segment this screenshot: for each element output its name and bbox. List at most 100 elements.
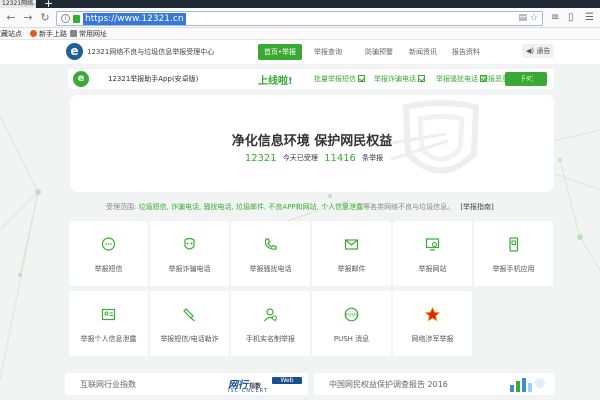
website-monitor-icon xyxy=(425,238,440,251)
notice-button[interactable]: ◀) 通告 xyxy=(522,44,555,58)
bookmark-star-icon[interactable]: ☆ xyxy=(530,13,538,23)
tile-label: 举报骚扰电话 xyxy=(249,265,292,273)
tile-label: 举报邮件 xyxy=(337,265,366,273)
reader-view-icon[interactable]: ▤ xyxy=(519,13,528,23)
scope-item[interactable]: 垃圾邮件 xyxy=(236,203,264,211)
scope-item[interactable]: 不良APP和网站 xyxy=(268,203,316,211)
push-message-icon: PUSH xyxy=(344,307,359,322)
app-feature: 举报恶意应用 xyxy=(481,74,532,84)
nav-report-query[interactable]: 举报查询 xyxy=(306,44,350,60)
mail-icon xyxy=(344,239,359,250)
address-url-text[interactable]: https://www.12321.cn xyxy=(83,13,186,25)
tile-label: 网络涉军举报 xyxy=(411,335,454,343)
scope-suffix: 等各类网络不良与垃圾信息。 xyxy=(363,203,455,211)
tile-label: 举报网站 xyxy=(418,265,447,273)
received-label: 今天已受理 xyxy=(282,154,318,162)
scope-item[interactable]: 个人信息泄露 xyxy=(321,203,363,211)
nav-news[interactable]: 新闻资讯 xyxy=(401,44,445,60)
tile-label: 举报个人信息泄露 xyxy=(80,335,137,343)
folder-icon xyxy=(70,30,77,37)
tile-report-extortion[interactable]: 举报短信/电话勒诈 xyxy=(150,291,229,356)
bookmark-getting-started[interactable]: 新手上路 xyxy=(30,28,67,40)
tile-label: 手机实名制举报 xyxy=(246,335,295,343)
app-logo-icon: e xyxy=(73,71,89,87)
tile-label: 举报诈骗电话 xyxy=(168,265,211,273)
mobile-app-icon xyxy=(509,237,519,252)
refresh-icon[interactable]: ↻ xyxy=(38,11,52,25)
address-bar[interactable]: i https://www.12321.cn ▤ ☆ xyxy=(56,11,543,26)
tile-report-website[interactable]: 举报网站 xyxy=(393,221,472,286)
app-feature: 批量举报短信 xyxy=(314,74,365,84)
nav-reports[interactable]: 报告资料 xyxy=(444,44,488,60)
received-count: 12321 xyxy=(244,153,277,164)
scope-item[interactable]: 骚扰电话 xyxy=(204,203,232,211)
library-icon[interactable]: ≡ xyxy=(551,12,559,23)
real-name-icon xyxy=(264,308,277,322)
hero-title: 净化信息环境 保护网民权益 xyxy=(231,134,393,149)
military-star-icon xyxy=(425,307,440,322)
scope-item[interactable]: 诈骗电话 xyxy=(171,203,199,211)
hero-banner: 净化信息环境 保护网民权益 12321 今天已受理 11416 条举报 xyxy=(70,95,554,192)
rights-report-banner[interactable]: 中国网民权益保护调查报告 2016 xyxy=(314,373,555,395)
fraud-mask-icon xyxy=(184,237,195,250)
bookmarks-bar: 收藏站点 新手上路 常用网址 xyxy=(0,28,600,40)
checkmark-icon xyxy=(358,75,365,82)
app-promo-text: 12321举报助手App(安卓版) xyxy=(108,75,199,83)
address-actions: ▤ ☆ xyxy=(519,13,538,23)
report-guide-link[interactable]: [举报指南] xyxy=(460,203,493,211)
tile-report-mail[interactable]: 举报邮件 xyxy=(312,221,391,286)
menu-icon[interactable]: ☰ xyxy=(585,12,594,23)
bookmark-label: 新手上路 xyxy=(39,30,67,38)
tile-label: 举报短信/电话勒诈 xyxy=(160,335,219,343)
site-logo[interactable]: e xyxy=(66,43,83,60)
bookmark-label: 收藏站点 xyxy=(0,30,22,38)
web-index-subtitle: ISC·CNCERT xyxy=(228,388,268,394)
banner-title: 中国网民权益保护调查报告 2016 xyxy=(329,380,448,389)
tile-report-fraud-call[interactable]: 举报诈骗电话 xyxy=(150,221,229,286)
internet-index-banner[interactable]: 互联网行业指数 网行指数 Web Index ISC·CNCERT xyxy=(65,373,308,395)
tile-report-sms[interactable]: 举报短信 xyxy=(69,221,148,286)
phone-icon xyxy=(264,238,277,250)
forward-arrow-icon[interactable]: → xyxy=(21,11,35,25)
speaker-icon: ◀) xyxy=(526,47,535,55)
tile-report-harass-call[interactable]: 举报骚扰电话 xyxy=(231,221,310,286)
back-arrow-icon[interactable]: ← xyxy=(4,11,18,25)
extortion-icon xyxy=(183,308,195,322)
app-feature: 举报诈骗电话 xyxy=(374,74,425,84)
scope-prefix: 受理范围: xyxy=(106,203,137,211)
sidebar-icon[interactable]: ▯ xyxy=(568,12,574,23)
lock-icon xyxy=(73,15,80,23)
sms-bubble-icon xyxy=(101,237,116,251)
id-card-icon xyxy=(101,308,116,321)
notice-label: 通告 xyxy=(536,47,551,55)
browser-tab[interactable]: 12321网络... xyxy=(0,0,36,8)
nav-home-report[interactable]: 首页•举报 xyxy=(258,44,302,60)
web-index-box: Web Index xyxy=(272,377,302,391)
tile-push-message[interactable]: PUSH PUSH 消息 xyxy=(312,291,391,356)
tile-label: PUSH 消息 xyxy=(333,335,370,343)
bookmark-common-sites[interactable]: 常用网址 xyxy=(70,28,107,40)
tile-report-privacy-leak[interactable]: 举报个人信息泄露 xyxy=(69,291,148,356)
reports-label: 条举报 xyxy=(362,154,384,162)
info-icon[interactable]: i xyxy=(61,14,70,23)
browser-toolbar: ← → ↻ i https://www.12321.cn ▤ ☆ ≡ ▯ ☰ xyxy=(0,8,600,28)
svg-text:PUSH: PUSH xyxy=(346,312,357,317)
tile-report-mobile-app[interactable]: 举报手机应用 xyxy=(474,221,553,286)
banner-title: 互联网行业指数 xyxy=(80,380,136,389)
tile-label: 举报手机应用 xyxy=(492,265,535,273)
report-scope: 受理范围: 垃圾短信, 诈骗电话, 骚扰电话, 垃圾邮件, 不良APP和网站, … xyxy=(106,203,494,211)
bookmark-favorites[interactable]: 收藏站点 xyxy=(0,28,22,40)
scope-item[interactable]: 垃圾短信 xyxy=(139,203,167,211)
app-feature-label: 举报骚扰电话 xyxy=(436,75,478,83)
hero-stats: 12321 今天已受理 11416 条举报 xyxy=(70,153,554,164)
tile-real-name-report[interactable]: 手机实名制举报 xyxy=(231,291,310,356)
reports-count: 11416 xyxy=(324,153,356,164)
browser-tab-strip: 12321网络... + xyxy=(0,0,600,10)
nav-fraud-warning[interactable]: 防骗预警 xyxy=(357,44,401,60)
bookmark-label: 常用网址 xyxy=(79,30,107,38)
tile-military-report[interactable]: 网络涉军举报 xyxy=(393,291,472,356)
checkmark-icon xyxy=(525,75,532,82)
app-feature: 举报骚扰电话 xyxy=(436,74,487,84)
checkmark-icon xyxy=(418,75,425,82)
site-name: 12321网络不良与垃圾信息举报受理中心 xyxy=(87,48,215,56)
